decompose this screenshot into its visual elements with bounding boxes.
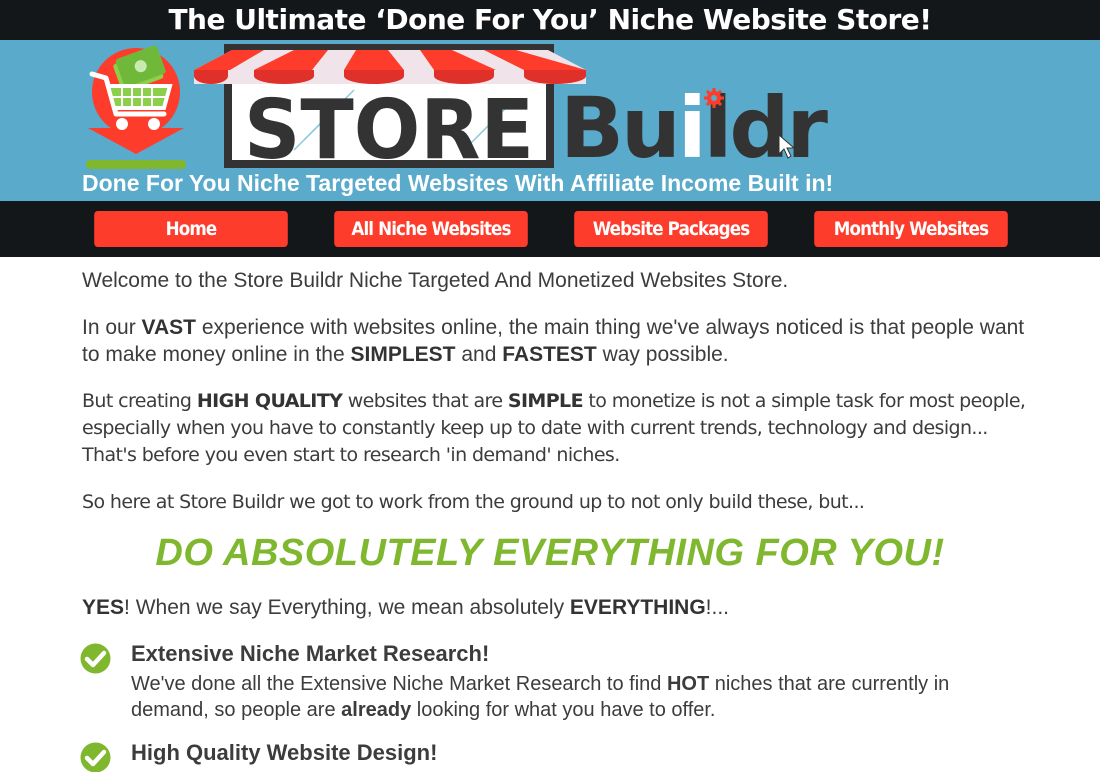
logo-store-text: STORE — [244, 83, 534, 168]
shopping-cart-logo-icon[interactable] — [82, 46, 190, 170]
main-nav: Home All Niche Websites Website Packages… — [0, 201, 1100, 257]
intro-paragraph: In our VAST experience with websites onl… — [82, 316, 1025, 366]
feature-title: Extensive Niche Market Research! — [131, 641, 490, 666]
cursor-icon — [778, 134, 796, 159]
welcome-text: Welcome to the Store Buildr Niche Target… — [82, 269, 789, 292]
nav-website-packages-button[interactable]: Website Packages — [574, 211, 768, 247]
nav-all-niche-websites-button[interactable]: All Niche Websites — [334, 211, 528, 247]
quality-paragraph: But creating HIGH QUALITY websites that … — [82, 390, 1026, 466]
storefront-logo: STORE — [194, 44, 586, 168]
tagline: Done For You Niche Targeted Websites Wit… — [82, 170, 834, 196]
yes-paragraph: YES! When we say Everything, we mean abs… — [82, 596, 730, 619]
so-here-paragraph: So here at Store Buildr we got to work f… — [82, 491, 865, 513]
feature-title: High Quality Website Design! — [131, 740, 438, 765]
nav-home-button[interactable]: Home — [94, 211, 288, 247]
logo-buildr-i: i — [677, 79, 707, 177]
logo-buildr-pre: Bu — [560, 79, 681, 177]
check-circle-icon — [80, 643, 111, 674]
headline-do-everything: DO ABSOLUTELY EVERYTHING FOR YOU! — [155, 532, 945, 574]
gear-icon — [704, 88, 724, 108]
banner-title: The Ultimate ‘Done For You’ Niche Websit… — [168, 3, 932, 36]
feature-description: We've done all the Extensive Niche Marke… — [131, 673, 950, 721]
site-header: STORE Buildr Done For You Niche Targeted… — [0, 40, 1100, 201]
check-circle-icon — [80, 742, 111, 772]
top-banner: The Ultimate ‘Done For You’ Niche Websit… — [0, 0, 1100, 40]
nav-monthly-websites-button[interactable]: Monthly Websites — [814, 211, 1008, 247]
awning — [194, 50, 586, 84]
